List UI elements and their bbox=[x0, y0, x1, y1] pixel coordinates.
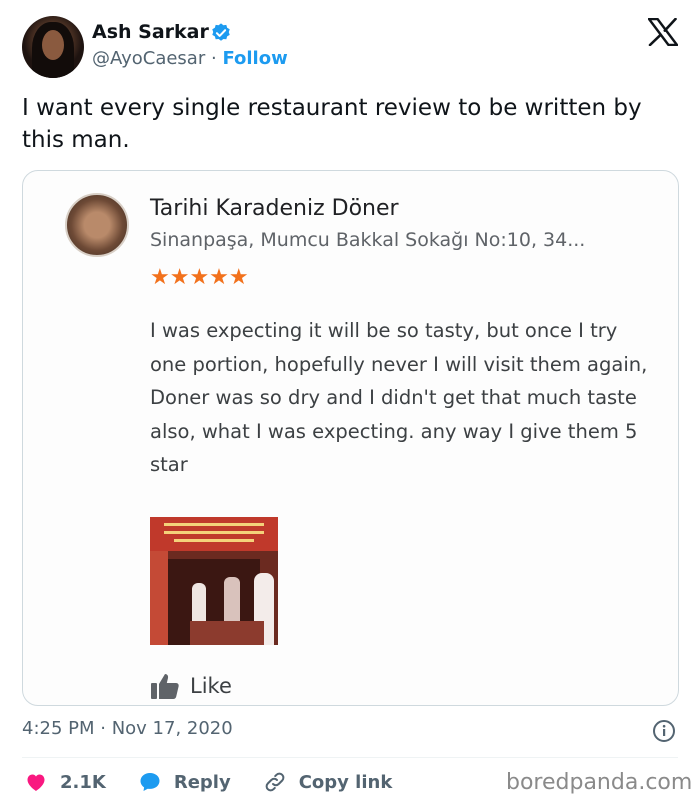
shop-sign bbox=[150, 517, 278, 551]
actions-divider bbox=[22, 757, 678, 758]
author-handle-row: @AyoCaesar · Follow bbox=[92, 48, 288, 69]
reply-label: Reply bbox=[173, 771, 231, 793]
avatar-face bbox=[42, 30, 64, 60]
restaurant-name: Tarihi Karadeniz Döner bbox=[150, 196, 399, 221]
restaurant-photo bbox=[150, 517, 278, 645]
star-rating: ★★★★★ bbox=[150, 265, 249, 290]
like-count: 2.1K bbox=[60, 771, 106, 793]
restaurant-address: Sinanpaşa, Mumcu Bakkal Sokağı No:10, 34… bbox=[150, 229, 586, 251]
handle-separator: · bbox=[210, 48, 217, 69]
follow-button[interactable]: Follow bbox=[222, 48, 287, 69]
tweet-text: I want every single restaurant review to… bbox=[22, 95, 642, 153]
author-name[interactable]: Ash Sarkar bbox=[92, 21, 209, 43]
verified-badge-icon bbox=[212, 23, 230, 41]
restaurant-avatar bbox=[65, 193, 129, 257]
author-avatar[interactable] bbox=[22, 16, 84, 78]
x-logo-icon[interactable] bbox=[648, 18, 678, 46]
review-like-label: Like bbox=[190, 674, 232, 698]
thumbs-up-icon bbox=[151, 674, 179, 699]
reply-bubble-icon bbox=[140, 773, 160, 791]
copy-link-label: Copy link bbox=[298, 771, 393, 793]
site-watermark: boredpanda.com bbox=[506, 770, 693, 795]
author-handle[interactable]: @AyoCaesar bbox=[92, 48, 205, 69]
reply-button[interactable]: Reply bbox=[138, 770, 231, 794]
review-text: I was expecting it will be so tasty, but… bbox=[150, 319, 648, 476]
review-like-button: Like bbox=[150, 671, 232, 701]
tweet-timestamp[interactable]: 4:25 PM · Nov 17, 2020 bbox=[22, 718, 233, 739]
heart-icon bbox=[27, 774, 45, 791]
copy-link-button[interactable]: Copy link bbox=[263, 770, 393, 794]
info-icon[interactable] bbox=[652, 719, 676, 743]
tweet-actions: 2.1K Reply Copy link bbox=[24, 768, 424, 796]
link-icon bbox=[265, 772, 285, 792]
like-button[interactable]: 2.1K bbox=[24, 770, 106, 794]
review-card-image[interactable]: Tarihi Karadeniz Döner Sinanpaşa, Mumcu … bbox=[22, 170, 679, 706]
